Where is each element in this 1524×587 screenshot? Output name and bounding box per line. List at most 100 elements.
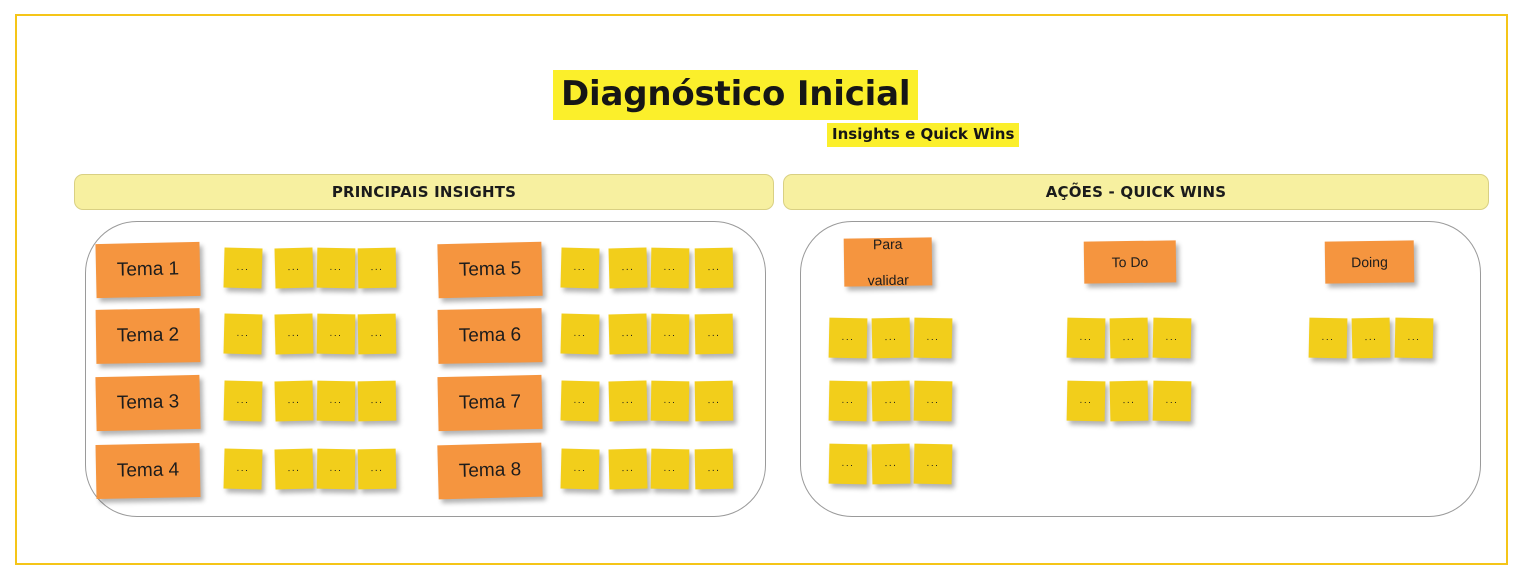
note-placeholder-dots: ...	[663, 261, 677, 273]
insight-note[interactable]: ...	[223, 313, 263, 355]
note-placeholder-dots: ...	[1165, 331, 1179, 343]
lane-label-line-1: Para	[872, 235, 903, 253]
theme-card-label: Tema 2	[116, 324, 180, 347]
slide-frame: Diagnóstico Inicial Insights e Quick Win…	[15, 14, 1508, 565]
insight-note[interactable]: ...	[560, 247, 600, 289]
theme-card-8[interactable]: Tema 8	[437, 442, 543, 500]
section-banner-insights: PRINCIPAIS INSIGHTS	[74, 174, 774, 210]
note-placeholder-dots: ...	[573, 327, 587, 339]
note-placeholder-dots: ...	[329, 462, 343, 474]
action-note[interactable]: ...	[828, 443, 868, 485]
note-placeholder-dots: ...	[1079, 331, 1093, 343]
action-note[interactable]: ...	[1394, 317, 1434, 359]
note-placeholder-dots: ...	[370, 394, 384, 406]
theme-card-5[interactable]: Tema 5	[437, 241, 543, 299]
action-note[interactable]: ...	[1109, 317, 1149, 359]
note-placeholder-dots: ...	[287, 327, 301, 339]
note-placeholder-dots: ...	[841, 331, 855, 343]
insight-note[interactable]: ...	[650, 247, 690, 289]
theme-card-label: Tema 8	[458, 459, 522, 482]
note-placeholder-dots: ...	[329, 261, 343, 273]
insight-note[interactable]: ...	[608, 380, 648, 422]
note-placeholder-dots: ...	[663, 394, 677, 406]
note-placeholder-dots: ...	[884, 457, 898, 469]
theme-card-label: Tema 3	[116, 391, 180, 414]
note-placeholder-dots: ...	[370, 327, 384, 339]
theme-card-4[interactable]: Tema 4	[95, 443, 201, 499]
insight-note[interactable]: ...	[316, 313, 356, 355]
note-placeholder-dots: ...	[1122, 394, 1136, 406]
theme-card-2[interactable]: Tema 2	[95, 308, 201, 364]
note-placeholder-dots: ...	[1165, 394, 1179, 406]
insight-note[interactable]: ...	[316, 380, 356, 422]
action-note[interactable]: ...	[871, 443, 911, 485]
note-placeholder-dots: ...	[884, 394, 898, 406]
insight-note[interactable]: ...	[274, 448, 314, 490]
insight-note[interactable]: ...	[694, 247, 734, 289]
insight-note[interactable]: ...	[650, 380, 690, 422]
action-note[interactable]: ...	[871, 317, 911, 359]
insight-note[interactable]: ...	[694, 448, 734, 490]
note-placeholder-dots: ...	[329, 394, 343, 406]
title-block: Diagnóstico Inicial Insights e Quick Win…	[17, 70, 1506, 160]
insight-note[interactable]: ...	[223, 380, 263, 422]
note-placeholder-dots: ...	[841, 394, 855, 406]
insight-note[interactable]: ...	[560, 313, 600, 355]
theme-card-6[interactable]: Tema 6	[437, 308, 543, 364]
note-placeholder-dots: ...	[236, 462, 250, 474]
insight-note[interactable]: ...	[274, 380, 314, 422]
insight-note[interactable]: ...	[316, 247, 356, 289]
note-placeholder-dots: ...	[926, 394, 940, 406]
note-placeholder-dots: ...	[236, 327, 250, 339]
action-note[interactable]: ...	[828, 380, 868, 422]
insight-note[interactable]: ...	[560, 380, 600, 422]
insight-note[interactable]: ...	[357, 247, 397, 289]
insight-note[interactable]: ...	[223, 448, 263, 490]
insight-note[interactable]: ...	[274, 247, 314, 289]
theme-card-label: Tema 1	[116, 258, 180, 281]
insight-note[interactable]: ...	[694, 380, 734, 422]
action-note[interactable]: ...	[1066, 317, 1106, 359]
insight-note[interactable]: ...	[316, 448, 356, 490]
theme-card-1[interactable]: Tema 1	[95, 241, 201, 299]
insight-note[interactable]: ...	[608, 313, 648, 355]
note-placeholder-dots: ...	[621, 327, 635, 339]
insight-note[interactable]: ...	[650, 448, 690, 490]
insight-note[interactable]: ...	[650, 313, 690, 355]
insight-note[interactable]: ...	[223, 247, 263, 289]
note-placeholder-dots: ...	[707, 261, 721, 273]
insight-note[interactable]: ...	[357, 448, 397, 490]
action-note[interactable]: ...	[1308, 317, 1348, 359]
action-note[interactable]: ...	[1152, 380, 1192, 422]
action-note[interactable]: ...	[913, 380, 953, 422]
action-note[interactable]: ...	[1066, 380, 1106, 422]
theme-card-7[interactable]: Tema 7	[437, 374, 543, 432]
insight-note[interactable]: ...	[357, 380, 397, 422]
note-placeholder-dots: ...	[287, 261, 301, 273]
action-note[interactable]: ...	[913, 317, 953, 359]
action-note[interactable]: ...	[871, 380, 911, 422]
lane-header-to-do[interactable]: To Do	[1083, 240, 1177, 284]
action-note[interactable]: ...	[1152, 317, 1192, 359]
note-placeholder-dots: ...	[573, 462, 587, 474]
insight-note[interactable]: ...	[357, 313, 397, 355]
note-placeholder-dots: ...	[236, 394, 250, 406]
insight-note[interactable]: ...	[608, 448, 648, 490]
theme-card-3[interactable]: Tema 3	[95, 374, 201, 432]
note-placeholder-dots: ...	[707, 327, 721, 339]
note-placeholder-dots: ...	[621, 462, 635, 474]
action-note[interactable]: ...	[913, 443, 953, 485]
action-note[interactable]: ...	[828, 317, 868, 359]
action-note[interactable]: ...	[1109, 380, 1149, 422]
lane-header-para-validar[interactable]: Para validar	[843, 235, 933, 288]
insight-note[interactable]: ...	[608, 247, 648, 289]
action-note[interactable]: ...	[1351, 317, 1391, 359]
insight-note[interactable]: ...	[274, 313, 314, 355]
theme-card-label: Tema 6	[458, 324, 522, 347]
lane-header-doing[interactable]: Doing	[1324, 240, 1415, 284]
insight-note[interactable]: ...	[560, 448, 600, 490]
note-placeholder-dots: ...	[1321, 331, 1335, 343]
insight-note[interactable]: ...	[694, 313, 734, 355]
note-placeholder-dots: ...	[926, 331, 940, 343]
note-placeholder-dots: ...	[663, 462, 677, 474]
